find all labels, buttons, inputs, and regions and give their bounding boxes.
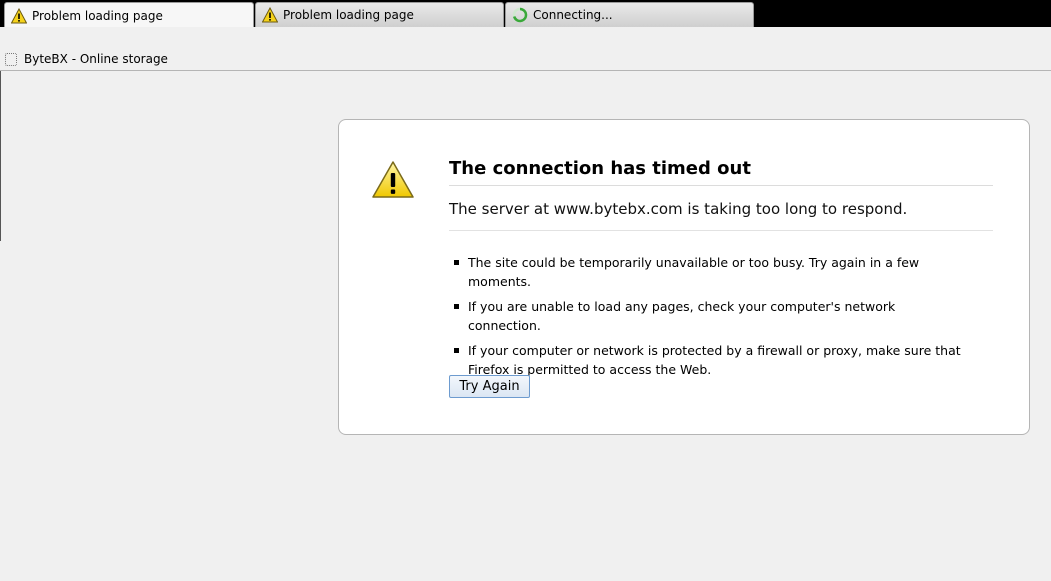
loading-spinner-icon: [512, 7, 528, 23]
error-description: The server at www.bytebx.com is taking t…: [449, 200, 993, 231]
warning-icon: [372, 161, 414, 198]
tab-title: Connecting...: [533, 8, 613, 22]
error-title: The connection has timed out: [449, 158, 993, 186]
try-again-button[interactable]: Try Again: [449, 375, 530, 398]
suggestion-text: If you are unable to load any pages, che…: [468, 299, 896, 333]
bullet-icon: [454, 348, 459, 353]
tab-problem-loading-1[interactable]: Problem loading page: [4, 2, 254, 28]
bullet-icon: [454, 304, 459, 309]
error-page-container: The connection has timed out The server …: [338, 119, 1030, 435]
list-item: The site could be temporarily unavailabl…: [449, 253, 969, 291]
list-item: If you are unable to load any pages, che…: [449, 297, 969, 335]
window-edge: [0, 71, 3, 241]
tab-title: Problem loading page: [283, 8, 414, 22]
warning-icon: [11, 7, 27, 23]
suggestion-text: The site could be temporarily unavailabl…: [468, 255, 920, 289]
bullet-icon: [454, 260, 459, 265]
suggestion-list: The site could be temporarily unavailabl…: [449, 253, 969, 385]
tab-problem-loading-2[interactable]: Problem loading page: [255, 2, 504, 27]
suggestion-text: If your computer or network is protected…: [468, 343, 961, 377]
tab-title: Problem loading page: [32, 8, 163, 23]
tab-connecting[interactable]: Connecting...: [505, 2, 754, 27]
tab-strip: Problem loading page Problem loading pag…: [0, 0, 1051, 28]
bookmarks-toolbar: ByteBX - Online storage: [0, 27, 1051, 71]
warning-icon: [262, 7, 278, 23]
bookmark-bytebx[interactable]: ByteBX - Online storage: [5, 50, 168, 68]
bookmark-label: ByteBX - Online storage: [24, 52, 168, 66]
list-item: If your computer or network is protected…: [449, 341, 969, 379]
page-icon: [5, 52, 17, 66]
